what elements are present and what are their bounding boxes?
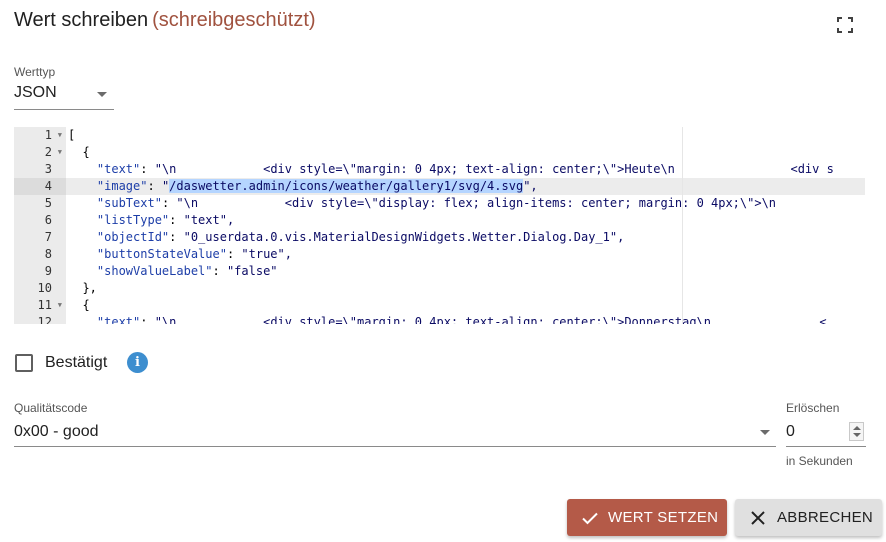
number-stepper[interactable] — [849, 422, 864, 441]
dropdown-arrow-icon — [760, 430, 770, 435]
line-number: 11 ▼ — [37, 297, 62, 314]
editor-line: 11 ▼ { — [14, 297, 865, 314]
code-line: "text": "\n <div style=\"margin: 0 4px; … — [96, 162, 834, 176]
code-line: "subText": "\n <div style=\"display: fle… — [96, 196, 777, 210]
readonly-note: (schreibgeschützt) — [152, 9, 316, 31]
line-number: 10 — [37, 281, 52, 295]
line-number: 3 — [44, 162, 52, 176]
json-code-editor[interactable]: 1 ▼ [ 2 ▼ { 3 "text": "\n <div style=\"mar… — [14, 127, 865, 324]
expire-value: 0 — [786, 423, 795, 440]
editor-line: 9 "showValueLabel": "false" — [14, 263, 865, 280]
code-line: "text": "\n <div style=\"margin: 0 4px; … — [96, 315, 827, 324]
line-number: 8 — [44, 247, 52, 261]
fold-arrow-icon[interactable]: ▼ — [58, 127, 62, 144]
editor-line: 2 ▼ { — [14, 144, 865, 161]
line-number: 1 ▼ — [44, 127, 62, 144]
line-number: 2 ▼ — [44, 144, 62, 161]
quality-code-label: Qualitätscode — [14, 401, 88, 415]
editor-line: 6 "listType": "text", — [14, 212, 865, 229]
line-number: 12 — [37, 315, 52, 324]
quality-code-select[interactable]: 0x00 - good — [14, 419, 776, 447]
set-value-button[interactable]: WERT SETZEN — [567, 499, 727, 536]
editor-line: 12 "text": "\n <div style=\"margin: 0 4p… — [14, 314, 865, 324]
dialog-title-text: Wert schreiben — [14, 9, 149, 31]
code-line: }, — [68, 281, 97, 295]
editor-line: 3 "text": "\n <div style=\"margin: 0 4px… — [14, 161, 865, 178]
line-number: 4 — [14, 178, 66, 195]
dialog-title: Wert schreiben (schreibgeschützt) — [14, 9, 316, 32]
code-line: { — [68, 298, 90, 312]
stepper-down-icon[interactable] — [853, 433, 861, 437]
editor-line: 10 }, — [14, 280, 865, 297]
quality-code-selected: 0x00 - good — [14, 423, 99, 440]
line-number: 6 — [44, 213, 52, 227]
print-margin-line — [682, 127, 683, 324]
cancel-button[interactable]: ABBRECHEN — [735, 499, 882, 536]
fold-arrow-icon[interactable]: ▼ — [58, 144, 62, 161]
code-line: "objectId": "0_userdata.0.vis.MaterialDe… — [96, 230, 625, 244]
fold-arrow-icon[interactable]: ▼ — [58, 297, 62, 314]
code-line: { — [68, 145, 90, 159]
check-icon — [581, 509, 599, 527]
dropdown-arrow-icon — [97, 92, 107, 97]
line-number: 9 — [44, 264, 52, 278]
value-type-label: Werttyp — [14, 65, 56, 79]
code-line: "listType": "text", — [96, 213, 235, 227]
editor-line-active: 4 "image": "/daswetter.admin/icons/weath… — [14, 178, 865, 195]
expire-hint: in Sekunden — [786, 454, 853, 468]
editor-line: 5 "subText": "\n <div style=\"display: f… — [14, 195, 865, 212]
expire-input[interactable]: 0 — [786, 419, 866, 447]
code-line: "buttonStateValue": "true", — [96, 247, 292, 261]
value-type-selected: JSON — [14, 84, 57, 101]
text-selection: /daswetter.admin/icons/weather/gallery1/… — [169, 179, 524, 193]
close-icon — [749, 509, 767, 527]
set-value-label: WERT SETZEN — [608, 509, 719, 526]
fullscreen-icon[interactable] — [836, 16, 854, 34]
editor-line: 1 ▼ [ — [14, 127, 865, 144]
line-number: 5 — [44, 196, 52, 210]
editor-line: 7 "objectId": "0_userdata.0.vis.Material… — [14, 229, 865, 246]
cancel-label: ABBRECHEN — [777, 509, 874, 526]
confirmed-label[interactable]: Bestätigt — [45, 354, 107, 372]
expire-label: Erlöschen — [786, 401, 840, 415]
code-line: "image": "/daswetter.admin/icons/weather… — [66, 178, 865, 195]
info-icon[interactable]: i — [127, 352, 148, 373]
stepper-up-icon[interactable] — [853, 426, 861, 430]
confirmed-checkbox[interactable] — [15, 354, 33, 372]
code-line: "showValueLabel": "false" — [96, 264, 278, 278]
value-type-select[interactable]: JSON — [14, 82, 114, 110]
code-line: [ — [68, 128, 76, 142]
editor-line: 8 "buttonStateValue": "true", — [14, 246, 865, 263]
line-number: 7 — [44, 230, 52, 244]
